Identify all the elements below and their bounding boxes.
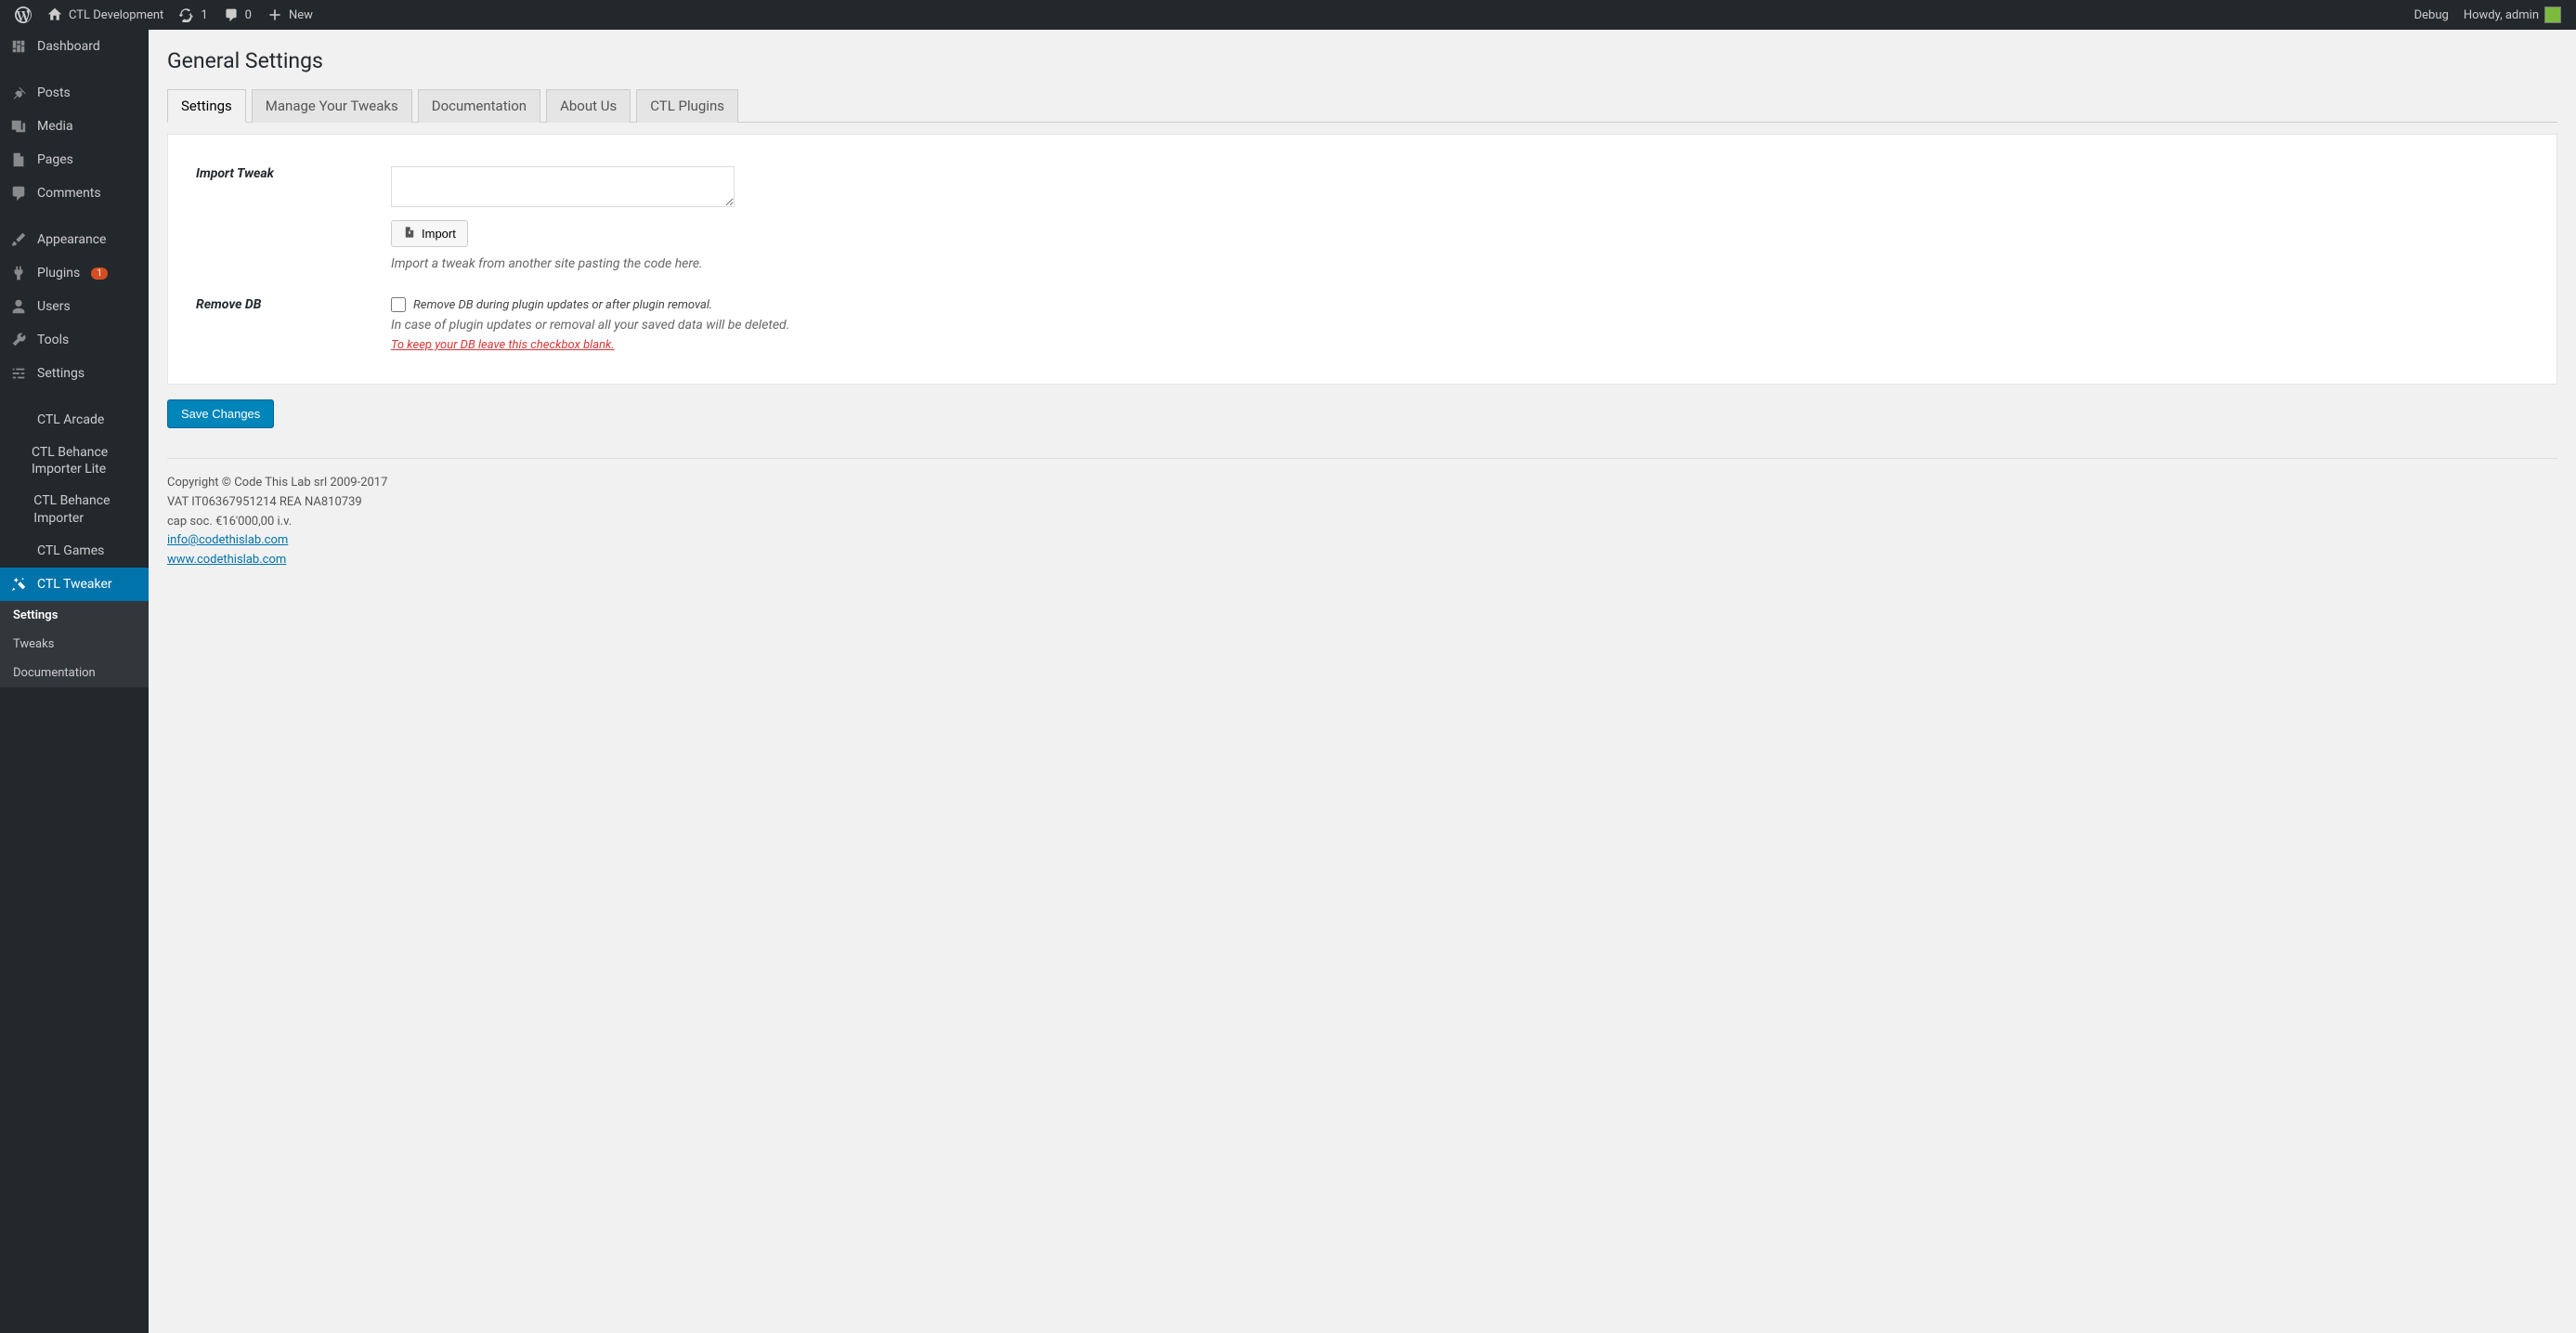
sidebar-item-users[interactable]: Users — [0, 290, 149, 323]
admin-bar: CTL Development 1 0 New Debug Howdy, adm… — [0, 0, 2576, 30]
import-tweak-label: Import Tweak — [187, 166, 391, 271]
sidebar-item-label: CTL Behance Importer Lite — [32, 444, 139, 477]
home-icon — [46, 7, 63, 23]
sidebar-item-label: CTL Behance Importer — [33, 492, 139, 526]
pin-icon — [9, 84, 28, 102]
remove-db-label: Remove DB — [187, 297, 391, 352]
user-icon — [9, 297, 28, 316]
remove-db-warning: To keep your DB leave this checkbox blan… — [391, 338, 2538, 352]
save-button[interactable]: Save Changes — [167, 399, 274, 428]
import-button[interactable]: Import — [391, 220, 468, 247]
new-link[interactable]: New — [259, 0, 320, 30]
wrench-icon — [9, 331, 28, 349]
sidebar-item-label: Comments — [37, 186, 101, 201]
sidebar-item-label: Plugins — [37, 266, 80, 281]
import-icon — [403, 226, 416, 242]
import-tweak-textarea[interactable] — [391, 166, 735, 207]
submenu: Settings Tweaks Documentation — [0, 601, 149, 687]
plugins-badge: 1 — [91, 268, 108, 280]
sidebar-item-label: CTL Tweaker — [37, 577, 112, 592]
sidebar-item-ctl-arcade[interactable]: CTL Arcade — [0, 403, 149, 437]
new-label: New — [289, 8, 313, 22]
brush-icon — [9, 230, 28, 249]
howdy-link[interactable]: Howdy, admin — [2456, 0, 2569, 30]
update-icon — [178, 7, 195, 23]
sidebar-item-label: Appearance — [37, 232, 106, 247]
sidebar-item-plugins[interactable]: Plugins 1 — [0, 256, 149, 290]
sidebar-item-dashboard[interactable]: Dashboard — [0, 30, 149, 63]
sidebar-item-label: Media — [37, 119, 73, 134]
debug-link[interactable]: Debug — [2407, 0, 2456, 30]
sidebar-item-label: Dashboard — [37, 39, 100, 54]
avatar — [2544, 7, 2561, 23]
sidebar-item-label: Users — [37, 299, 71, 314]
footer-separator — [167, 458, 2557, 459]
sidebar-item-label: Pages — [37, 152, 73, 167]
updates-count: 1 — [201, 8, 207, 22]
footer-cap: cap soc. €16'000,00 i.v. — [167, 513, 2557, 532]
sidebar-item-comments[interactable]: Comments — [0, 176, 149, 210]
submenu-item-documentation[interactable]: Documentation — [0, 659, 149, 687]
plug-icon — [9, 264, 28, 282]
media-icon — [9, 117, 28, 136]
settings-panel: Import Tweak Import Import a tweak from … — [167, 134, 2557, 385]
sidebar-item-ctl-behance-lite[interactable]: CTL Behance Importer Lite — [0, 437, 149, 485]
sidebar-item-media[interactable]: Media — [0, 110, 149, 143]
tab-about-us[interactable]: About Us — [546, 89, 631, 123]
sidebar-item-label: Tools — [37, 333, 69, 347]
page-icon — [9, 150, 28, 169]
site-name: CTL Development — [69, 8, 163, 22]
tab-ctl-plugins[interactable]: CTL Plugins — [636, 89, 738, 123]
sidebar-item-ctl-behance[interactable]: CTL Behance Importer — [0, 485, 149, 533]
tab-documentation[interactable]: Documentation — [418, 89, 540, 123]
comments-count: 0 — [245, 8, 252, 22]
remove-db-checkbox-label: Remove DB during plugin updates or after… — [413, 298, 712, 312]
sidebar-item-posts[interactable]: Posts — [0, 76, 149, 110]
submenu-item-tweaks[interactable]: Tweaks — [0, 630, 149, 659]
footer-email-link[interactable]: info@codethislab.com — [167, 533, 288, 547]
sidebar-item-settings[interactable]: Settings — [0, 357, 149, 390]
wordpress-icon — [15, 7, 32, 23]
tab-settings[interactable]: Settings — [167, 89, 246, 123]
footer-website-link[interactable]: www.codethislab.com — [167, 553, 286, 567]
footer-copyright: Copyright © Code This Lab srl 2009-2017 — [167, 474, 2557, 493]
sidebar-item-ctl-games[interactable]: CTL Games — [0, 534, 149, 568]
nav-tabs: Settings Manage Your Tweaks Documentatio… — [167, 88, 2557, 123]
sidebar-item-label: CTL Games — [37, 543, 104, 558]
footer-info: Copyright © Code This Lab srl 2009-2017 … — [167, 474, 2557, 570]
wand-icon — [9, 575, 28, 594]
plus-icon — [267, 7, 283, 23]
submenu-item-settings[interactable]: Settings — [0, 601, 149, 630]
sidebar-item-label: Posts — [37, 85, 71, 100]
sidebar-item-label: CTL Arcade — [37, 412, 104, 427]
page-title: General Settings — [167, 48, 2557, 73]
remove-db-checkbox[interactable] — [391, 297, 406, 312]
howdy-label: Howdy, admin — [2464, 8, 2539, 22]
sliders-icon — [9, 364, 28, 383]
sidebar-item-pages[interactable]: Pages — [0, 143, 149, 176]
site-name-link[interactable]: CTL Development — [39, 0, 171, 30]
sidebar-item-appearance[interactable]: Appearance — [0, 223, 149, 256]
sidebar-item-ctl-tweaker[interactable]: CTL Tweaker — [0, 568, 149, 601]
dashboard-icon — [9, 37, 28, 56]
import-button-label: Import — [422, 227, 456, 241]
sidebar-item-label: Settings — [37, 366, 85, 381]
footer-vat: VAT IT06367951214 REA NA810739 — [167, 493, 2557, 513]
tab-manage-tweaks[interactable]: Manage Your Tweaks — [252, 89, 412, 123]
wp-logo[interactable] — [7, 0, 39, 30]
import-desc: Import a tweak from another site pasting… — [391, 256, 2538, 271]
comment-icon — [223, 7, 240, 23]
sidebar-item-tools[interactable]: Tools — [0, 323, 149, 357]
updates-link[interactable]: 1 — [171, 0, 215, 30]
admin-sidebar: Dashboard Posts Media Pages Comments App… — [0, 30, 149, 1333]
remove-db-desc: In case of plugin updates or removal all… — [391, 318, 2538, 333]
comments-link[interactable]: 0 — [215, 0, 259, 30]
comment-icon — [9, 184, 28, 203]
main-content: General Settings Settings Manage Your Tw… — [149, 30, 2576, 1333]
debug-label: Debug — [2414, 8, 2449, 22]
